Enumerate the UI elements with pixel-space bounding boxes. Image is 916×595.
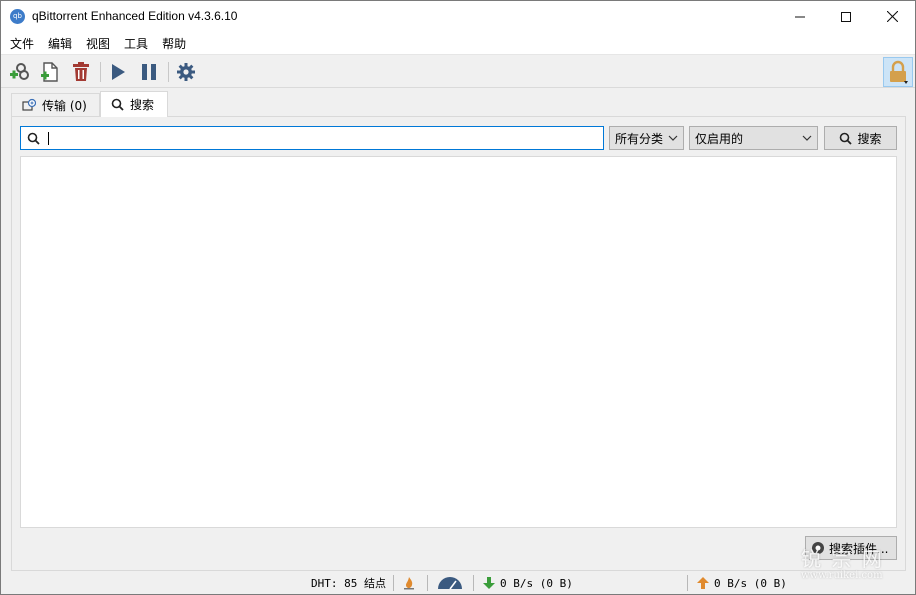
menu-edit[interactable]: 编辑 bbox=[41, 35, 79, 52]
options-button[interactable] bbox=[174, 60, 198, 84]
search-icon bbox=[840, 132, 853, 145]
trash-icon bbox=[73, 62, 89, 81]
gear-icon bbox=[177, 63, 195, 81]
chevron-down-icon bbox=[802, 135, 812, 141]
transfer-icon bbox=[22, 98, 36, 111]
add-torrent-link-button[interactable] bbox=[7, 60, 31, 84]
status-separator bbox=[393, 575, 394, 591]
add-file-icon bbox=[41, 62, 58, 82]
speedometer-icon bbox=[438, 577, 462, 590]
search-panel: 所有分类 仅启用的 搜索 搜索插件... bbox=[11, 116, 906, 571]
menu-view[interactable]: 视图 bbox=[79, 35, 117, 52]
lock-ui-button[interactable] bbox=[883, 57, 913, 87]
download-speed[interactable]: 0 B/s (0 B) bbox=[483, 575, 573, 591]
watermark-url: www.ruikei.com bbox=[801, 570, 883, 581]
firewall-flame-icon bbox=[404, 577, 414, 590]
search-icon bbox=[111, 98, 124, 111]
tab-transfers-label: 传输 (0) bbox=[42, 98, 87, 113]
category-select-value: 所有分类 bbox=[615, 131, 664, 146]
play-icon bbox=[112, 64, 125, 80]
qbittorrent-logo-icon: qb bbox=[10, 9, 25, 24]
maximize-icon bbox=[841, 11, 851, 22]
search-results-area[interactable] bbox=[20, 156, 897, 528]
status-separator bbox=[473, 575, 474, 591]
title-bar: qb qBittorrent Enhanced Edition v4.3.6.1… bbox=[1, 1, 915, 32]
close-button[interactable] bbox=[869, 1, 915, 32]
minimize-icon bbox=[795, 16, 805, 17]
status-bar: DHT: 85 结点 0 B/s (0 B) 0 B/s (0 B) bbox=[1, 572, 915, 594]
search-input-box[interactable] bbox=[20, 126, 604, 150]
delete-torrent-button[interactable] bbox=[69, 60, 93, 84]
maximize-button[interactable] bbox=[823, 1, 869, 32]
menu-help[interactable]: 帮助 bbox=[155, 35, 193, 52]
add-link-icon bbox=[10, 63, 29, 80]
text-caret bbox=[48, 131, 49, 145]
window-title: qBittorrent Enhanced Edition v4.3.6.10 bbox=[32, 9, 238, 23]
resume-button[interactable] bbox=[106, 60, 130, 84]
upload-speed[interactable]: 0 B/s (0 B) bbox=[697, 575, 787, 591]
dht-status: DHT: 85 结点 bbox=[311, 577, 386, 590]
plugin-select-value: 仅启用的 bbox=[695, 131, 744, 146]
minimize-button[interactable] bbox=[777, 1, 823, 32]
chevron-down-icon bbox=[668, 135, 678, 141]
connection-status[interactable] bbox=[403, 575, 415, 591]
add-torrent-file-button[interactable] bbox=[38, 60, 62, 84]
close-icon bbox=[886, 11, 898, 22]
download-arrow-icon bbox=[483, 577, 495, 589]
plugin-select[interactable]: 仅启用的 bbox=[689, 126, 818, 150]
status-separator bbox=[687, 575, 688, 591]
speed-limits-toggle[interactable] bbox=[437, 575, 463, 591]
tab-bar: 传输 (0) 搜索 bbox=[1, 89, 915, 117]
menu-bar: 文件 编辑 视图 工具 帮助 bbox=[1, 32, 915, 54]
toolbar-separator bbox=[168, 62, 169, 82]
tab-search[interactable]: 搜索 bbox=[100, 91, 168, 117]
lock-icon bbox=[890, 60, 908, 84]
category-select[interactable]: 所有分类 bbox=[609, 126, 684, 150]
search-button-label: 搜索 bbox=[857, 131, 882, 146]
status-separator bbox=[427, 575, 428, 591]
app-window: qb qBittorrent Enhanced Edition v4.3.6.1… bbox=[0, 0, 916, 595]
tab-search-label: 搜索 bbox=[130, 98, 155, 112]
toolbar-separator bbox=[100, 62, 101, 82]
toolbar bbox=[1, 54, 915, 88]
download-speed-value: 0 B/s (0 B) bbox=[500, 576, 573, 590]
menu-tools[interactable]: 工具 bbox=[117, 35, 155, 52]
pause-button[interactable] bbox=[137, 60, 161, 84]
upload-arrow-icon bbox=[697, 577, 709, 589]
search-input[interactable] bbox=[53, 131, 603, 145]
menu-file[interactable]: 文件 bbox=[3, 35, 41, 52]
tab-transfers[interactable]: 传输 (0) bbox=[11, 93, 100, 116]
search-icon bbox=[27, 132, 40, 145]
watermark-text: 锐 宗 网 bbox=[801, 547, 884, 571]
search-button[interactable]: 搜索 bbox=[824, 126, 897, 150]
pause-icon bbox=[142, 64, 156, 80]
watermark: 锐 宗 网 www.ruikei.com bbox=[801, 549, 884, 581]
upload-speed-value: 0 B/s (0 B) bbox=[714, 576, 787, 590]
